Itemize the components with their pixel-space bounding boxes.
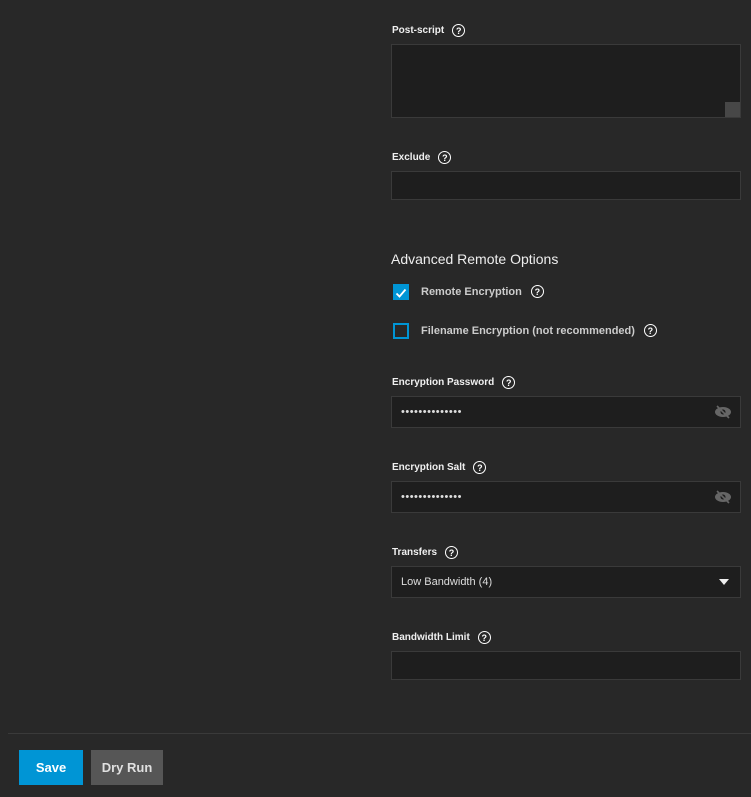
encryption-salt-value: •••••••••••••• [401, 491, 462, 503]
encryption-password-input[interactable]: •••••••••••••• [391, 396, 741, 428]
help-icon[interactable]: ? [445, 546, 459, 559]
check-icon [395, 288, 407, 298]
resize-handle[interactable] [725, 102, 740, 117]
help-icon[interactable]: ? [643, 324, 657, 337]
post-script-textarea[interactable] [391, 44, 741, 118]
exclude-label-text: Exclude [392, 152, 431, 163]
save-button[interactable]: Save [19, 750, 83, 785]
encryption-salt-label-text: Encryption Salt [392, 462, 466, 473]
encryption-password-value: •••••••••••••• [401, 406, 462, 418]
bandwidth-limit-label-text: Bandwidth Limit [392, 632, 470, 643]
remote-encryption-label[interactable]: Remote Encryption? [421, 285, 544, 298]
help-icon[interactable]: ? [438, 151, 452, 164]
help-icon[interactable]: ? [477, 631, 491, 644]
divider [8, 733, 751, 734]
help-icon[interactable]: ? [452, 24, 466, 37]
bandwidth-limit-input[interactable] [391, 651, 741, 680]
eye-off-icon[interactable] [714, 405, 732, 419]
filename-encryption-label[interactable]: Filename Encryption (not recommended)? [421, 324, 657, 337]
transfers-label-text: Transfers [392, 547, 438, 558]
encryption-salt-label: Encryption Salt? [392, 461, 487, 474]
post-script-label-text: Post-script [392, 25, 445, 36]
transfers-select[interactable]: Low Bandwidth (4) [391, 566, 741, 598]
remote-encryption-text: Remote Encryption [421, 285, 522, 298]
encryption-salt-input[interactable]: •••••••••••••• [391, 481, 741, 513]
help-icon[interactable]: ? [530, 285, 544, 298]
help-icon[interactable]: ? [473, 461, 487, 474]
eye-off-icon[interactable] [714, 490, 732, 504]
help-icon[interactable]: ? [502, 376, 516, 389]
bandwidth-limit-label: Bandwidth Limit? [392, 631, 491, 644]
transfers-value: Low Bandwidth (4) [401, 576, 493, 588]
advanced-remote-options-heading: Advanced Remote Options [391, 251, 559, 267]
dry-run-button[interactable]: Dry Run [91, 750, 163, 785]
chevron-down-icon [719, 579, 729, 585]
remote-encryption-checkbox[interactable] [393, 284, 409, 300]
transfers-label: Transfers? [392, 546, 459, 559]
exclude-label: Exclude? [392, 151, 452, 164]
encryption-password-label-text: Encryption Password [392, 377, 495, 388]
filename-encryption-text: Filename Encryption (not recommended) [421, 324, 635, 337]
post-script-label: Post-script? [392, 24, 466, 37]
exclude-input[interactable] [391, 171, 741, 200]
filename-encryption-checkbox[interactable] [393, 323, 409, 339]
encryption-password-label: Encryption Password? [392, 376, 516, 389]
